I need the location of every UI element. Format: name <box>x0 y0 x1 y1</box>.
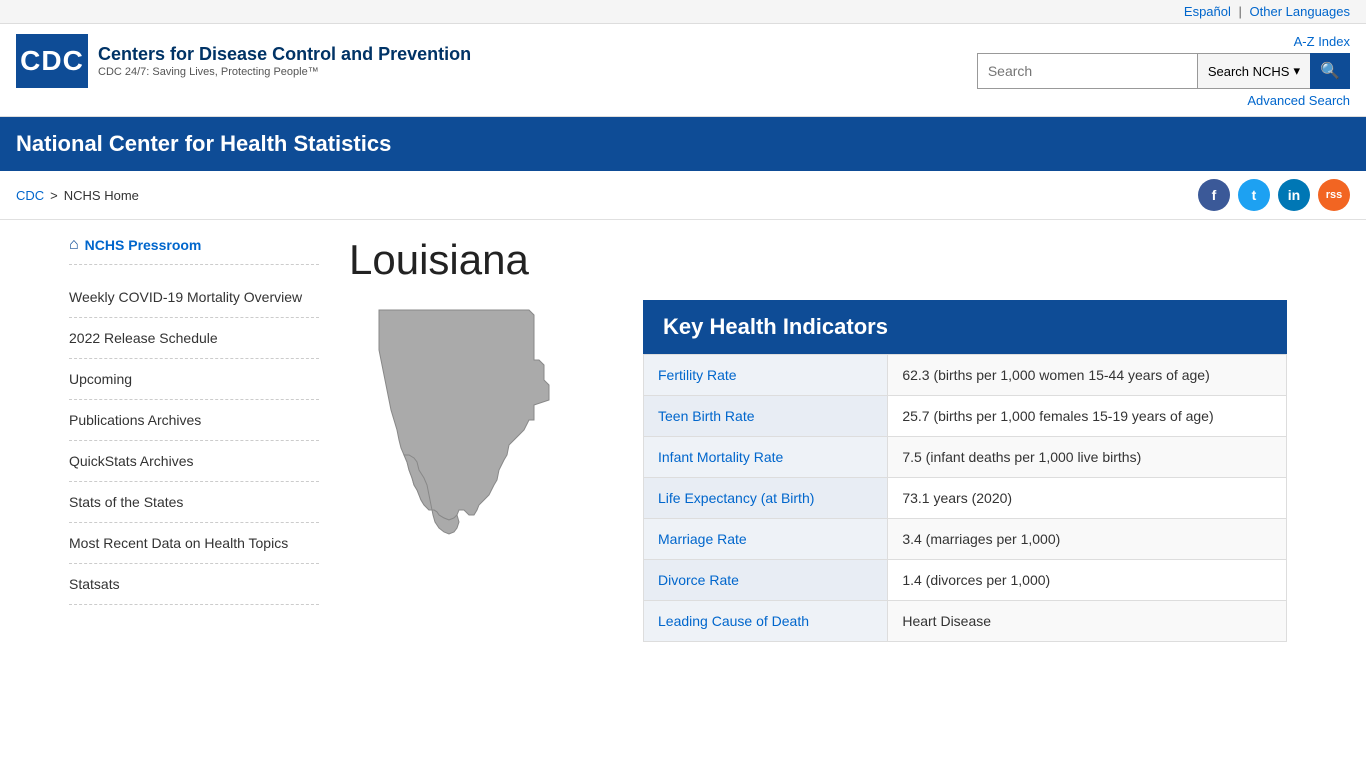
breadcrumb-row: CDC > NCHS Home f t in rss <box>0 171 1366 220</box>
indicator-link[interactable]: Divorce Rate <box>658 572 739 588</box>
search-scope-button[interactable]: Search NCHS ▾ <box>1197 53 1310 89</box>
indicators-tbody: Fertility Rate 62.3 (births per 1,000 wo… <box>644 355 1287 642</box>
separator: | <box>1239 4 1242 19</box>
indicator-value-cell: 7.5 (infant deaths per 1,000 live births… <box>888 437 1287 478</box>
social-icons: f t in rss <box>1198 179 1350 211</box>
indicator-link[interactable]: Marriage Rate <box>658 531 747 547</box>
sidebar-item-most-recent-label: Most Recent Data on Health Topics <box>69 535 288 551</box>
indicator-link[interactable]: Fertility Rate <box>658 367 737 383</box>
site-title: National Center for Health Statistics <box>16 131 1350 157</box>
advanced-search-link[interactable]: Advanced Search <box>1247 93 1350 108</box>
sidebar-item-stats-states-label: Stats of the States <box>69 494 183 510</box>
sidebar-item-publications-link[interactable]: Publications Archives <box>69 412 201 428</box>
table-row: Infant Mortality Rate 7.5 (infant deaths… <box>644 437 1287 478</box>
search-button[interactable]: 🔍 <box>1310 53 1350 89</box>
sidebar-item-most-recent[interactable]: Most Recent Data on Health Topics <box>69 523 319 564</box>
table-row: Fertility Rate 62.3 (births per 1,000 wo… <box>644 355 1287 396</box>
sidebar-item-upcoming[interactable]: Upcoming <box>69 359 319 400</box>
state-map <box>349 300 619 543</box>
indicator-value-cell: 73.1 years (2020) <box>888 478 1287 519</box>
sidebar-item-statsats[interactable]: Statsats <box>69 564 319 605</box>
sidebar-item-release-link[interactable]: 2022 Release Schedule <box>69 330 218 346</box>
search-area: A-Z Index Search NCHS ▾ 🔍 Advanced Searc… <box>977 34 1350 108</box>
main-content: ⌂ NCHS Pressroom Weekly COVID-19 Mortali… <box>53 220 1313 658</box>
table-row: Life Expectancy (at Birth) 73.1 years (2… <box>644 478 1287 519</box>
sidebar: ⌂ NCHS Pressroom Weekly COVID-19 Mortali… <box>69 236 339 642</box>
table-row: Teen Birth Rate 25.7 (births per 1,000 f… <box>644 396 1287 437</box>
indicators-header: Key Health Indicators <box>643 300 1287 354</box>
right-content: Louisiana Key Health Indicators Fertilit… <box>339 236 1297 642</box>
breadcrumb: CDC > NCHS Home <box>16 188 139 203</box>
logo-area: CDC Centers for Disease Control and Prev… <box>16 34 471 88</box>
indicators-table: Fertility Rate 62.3 (births per 1,000 wo… <box>643 354 1287 642</box>
indicator-value-cell: 1.4 (divorces per 1,000) <box>888 560 1287 601</box>
state-title: Louisiana <box>349 236 1287 284</box>
linkedin-icon[interactable]: in <box>1278 179 1310 211</box>
search-icon: 🔍 <box>1320 61 1340 81</box>
site-header: CDC Centers for Disease Control and Prev… <box>0 24 1366 117</box>
table-row: Marriage Rate 3.4 (marriages per 1,000) <box>644 519 1287 560</box>
breadcrumb-separator: > <box>50 188 58 203</box>
org-info: Centers for Disease Control and Preventi… <box>98 44 471 78</box>
org-name: Centers for Disease Control and Preventi… <box>98 44 471 66</box>
espanol-link[interactable]: Español <box>1184 4 1231 19</box>
cdc-acronym: CDC <box>20 47 84 75</box>
indicator-link[interactable]: Leading Cause of Death <box>658 613 809 629</box>
search-row: Search NCHS ▾ 🔍 <box>977 53 1350 89</box>
sidebar-item-stats-states-link[interactable]: Stats of the States <box>69 494 183 510</box>
dropdown-arrow-icon: ▾ <box>1293 63 1300 79</box>
site-nav-bar: National Center for Health Statistics <box>0 117 1366 171</box>
indicator-label-cell: Marriage Rate <box>644 519 888 560</box>
sidebar-item-covid-label: Weekly COVID-19 Mortality Overview <box>69 289 302 305</box>
sidebar-item-covid-link[interactable]: Weekly COVID-19 Mortality Overview <box>69 289 302 305</box>
table-row: Divorce Rate 1.4 (divorces per 1,000) <box>644 560 1287 601</box>
twitter-icon[interactable]: t <box>1238 179 1270 211</box>
indicator-value-cell: 62.3 (births per 1,000 women 15-44 years… <box>888 355 1287 396</box>
sidebar-item-covid[interactable]: Weekly COVID-19 Mortality Overview <box>69 277 319 318</box>
breadcrumb-cdc[interactable]: CDC <box>16 188 44 203</box>
indicator-label-cell: Teen Birth Rate <box>644 396 888 437</box>
table-row: Leading Cause of Death Heart Disease <box>644 601 1287 642</box>
indicator-label-cell: Infant Mortality Rate <box>644 437 888 478</box>
top-utility-bar: Español | Other Languages <box>0 0 1366 24</box>
indicator-link[interactable]: Life Expectancy (at Birth) <box>658 490 814 506</box>
indicator-value-cell: Heart Disease <box>888 601 1287 642</box>
indicator-link[interactable]: Teen Birth Rate <box>658 408 755 424</box>
sidebar-item-statsats-link[interactable]: Statsats <box>69 576 120 592</box>
indicator-label-cell: Fertility Rate <box>644 355 888 396</box>
home-icon: ⌂ <box>69 236 79 254</box>
sidebar-item-stats-states[interactable]: Stats of the States <box>69 482 319 523</box>
sidebar-item-quickstats-link[interactable]: QuickStats Archives <box>69 453 194 469</box>
indicator-label-cell: Life Expectancy (at Birth) <box>644 478 888 519</box>
sidebar-item-quickstats-label: QuickStats Archives <box>69 453 194 469</box>
sidebar-item-upcoming-label: Upcoming <box>69 371 132 387</box>
sidebar-item-publications[interactable]: Publications Archives <box>69 400 319 441</box>
sidebar-item-upcoming-link[interactable]: Upcoming <box>69 371 132 387</box>
sidebar-home-label: NCHS Pressroom <box>85 237 202 253</box>
indicator-value-cell: 25.7 (births per 1,000 females 15-19 yea… <box>888 396 1287 437</box>
sidebar-item-release-label: 2022 Release Schedule <box>69 330 218 346</box>
indicators-panel: Key Health Indicators Fertility Rate 62.… <box>643 300 1287 642</box>
search-input[interactable] <box>977 53 1197 89</box>
az-index-link[interactable]: A-Z Index <box>1294 34 1350 49</box>
sidebar-item-quickstats[interactable]: QuickStats Archives <box>69 441 319 482</box>
sidebar-home-link[interactable]: ⌂ NCHS Pressroom <box>69 236 319 265</box>
sidebar-item-statsats-label: Statsats <box>69 576 120 592</box>
rss-icon[interactable]: rss <box>1318 179 1350 211</box>
sidebar-item-publications-label: Publications Archives <box>69 412 201 428</box>
louisiana-map-svg <box>349 300 609 540</box>
search-scope-label: Search NCHS <box>1208 64 1290 79</box>
indicator-link[interactable]: Infant Mortality Rate <box>658 449 783 465</box>
cdc-logo: CDC <box>16 34 88 88</box>
indicator-label-cell: Divorce Rate <box>644 560 888 601</box>
sidebar-item-most-recent-link[interactable]: Most Recent Data on Health Topics <box>69 535 288 551</box>
breadcrumb-current: NCHS Home <box>64 188 139 203</box>
other-languages-link[interactable]: Other Languages <box>1250 4 1350 19</box>
org-tagline: CDC 24/7: Saving Lives, Protecting Peopl… <box>98 66 471 78</box>
sidebar-item-release[interactable]: 2022 Release Schedule <box>69 318 319 359</box>
indicator-value-cell: 3.4 (marriages per 1,000) <box>888 519 1287 560</box>
facebook-icon[interactable]: f <box>1198 179 1230 211</box>
state-body: Key Health Indicators Fertility Rate 62.… <box>349 300 1287 642</box>
indicator-label-cell: Leading Cause of Death <box>644 601 888 642</box>
